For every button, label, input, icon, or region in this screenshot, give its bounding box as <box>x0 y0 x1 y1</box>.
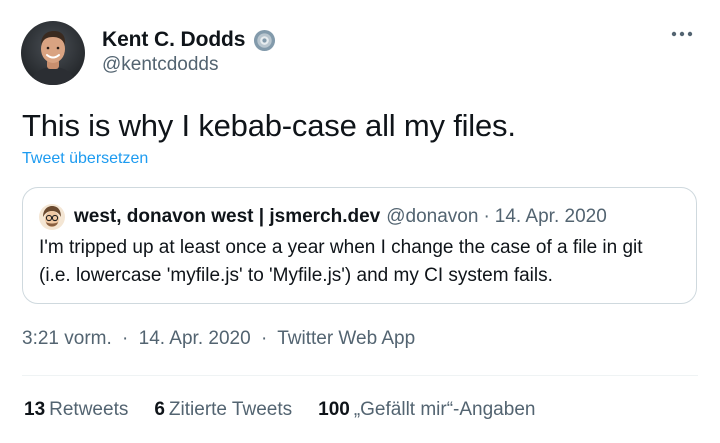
meta-separator: · <box>122 328 129 349</box>
tweet-meta: 3:21 vorm. · 14. Apr. 2020 · Twitter Web… <box>22 328 415 350</box>
quoted-author-name: west, donavon west | jsmerch.dev <box>74 206 381 227</box>
tweet-time-link[interactable]: 3:21 vorm. <box>22 328 112 349</box>
tweet-stats: 13 Retweets 6 Zitierte Tweets 100 „Gefällt … <box>24 399 535 421</box>
quoted-tweet-header: west, donavon west | jsmerch.dev @donavo… <box>39 203 607 231</box>
quoted-separator: · <box>483 206 490 227</box>
verified-badge-icon <box>254 29 276 51</box>
quoted-date: 14. Apr. 2020 <box>494 206 607 227</box>
quoted-tweet[interactable]: west, donavon west | jsmerch.dev @donavo… <box>22 187 697 304</box>
quote-tweets-label: Zitierte Tweets <box>168 399 293 420</box>
quoted-tweet-text: I'm tripped up at least once a year when… <box>39 234 679 290</box>
quote-tweets-stat[interactable]: 6 Zitierte Tweets <box>154 399 292 421</box>
likes-label: „Gefällt mir“-Angaben <box>353 399 536 420</box>
tweet-text: This is why I kebab-case all my files. <box>22 108 516 143</box>
tweet-date-link[interactable]: 14. Apr. 2020 <box>139 328 251 349</box>
likes-count: 100 <box>318 399 350 420</box>
divider <box>22 375 698 376</box>
likes-stat[interactable]: 100 „Gefällt mir“-Angaben <box>318 399 535 421</box>
quoted-avatar-icon <box>39 204 65 230</box>
more-icon <box>671 31 693 37</box>
quoted-author-handle: @donavon <box>386 206 479 227</box>
translate-tweet-link[interactable]: Tweet übersetzen <box>22 150 148 168</box>
retweets-count: 13 <box>24 399 46 420</box>
avatar[interactable] <box>21 21 85 85</box>
retweets-stat[interactable]: 13 Retweets <box>24 399 128 421</box>
meta-separator: · <box>260 328 268 349</box>
avatar-photo <box>21 21 85 85</box>
quoted-text-line: I'm tripped up at least once a year when… <box>39 237 643 258</box>
retweets-label: Retweets <box>49 399 129 420</box>
quoted-avatar <box>39 204 65 230</box>
author-handle[interactable]: @kentcdodds <box>102 54 218 76</box>
quoted-text-line: (i.e. lowercase 'myfile.js' to 'Myfile.j… <box>39 265 553 286</box>
author-name[interactable]: Kent C. Dodds <box>102 28 245 52</box>
author-name-row: Kent C. Dodds <box>102 26 276 54</box>
more-options-button[interactable] <box>668 24 696 44</box>
quote-tweets-count: 6 <box>154 399 165 420</box>
tweet-source-link[interactable]: Twitter Web App <box>277 328 415 349</box>
